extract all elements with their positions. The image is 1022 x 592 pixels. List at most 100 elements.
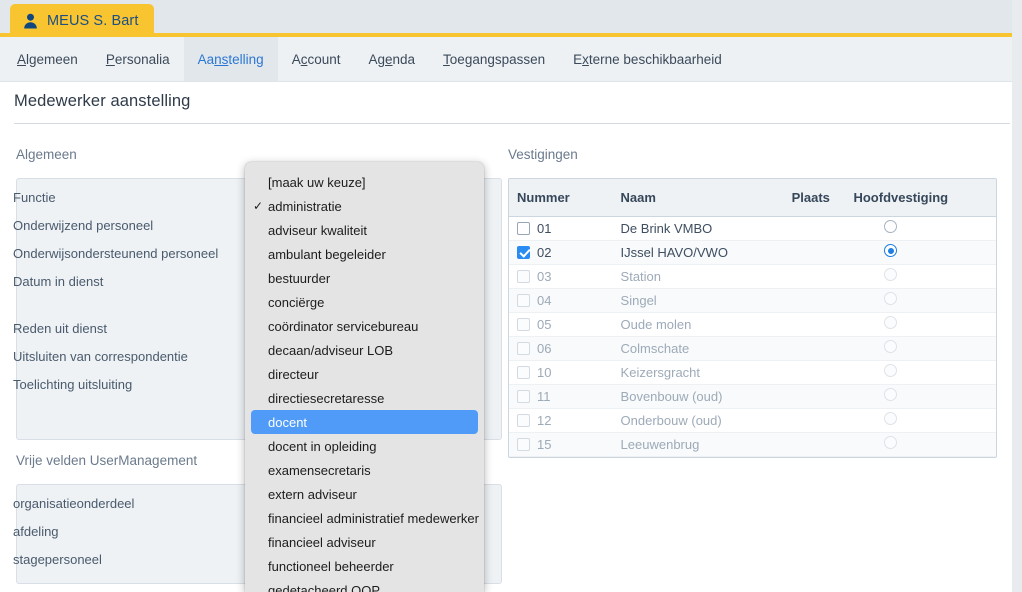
right-edge-strip — [1012, 0, 1022, 592]
column-header-hoofdvestiging[interactable]: Hoofdvestiging — [845, 179, 996, 217]
dropdown-option-docent-in-opleiding[interactable]: docent in opleiding — [251, 434, 478, 458]
section-label-algemeen: Algemeen — [16, 147, 77, 162]
dropdown-option-extern-adviseur[interactable]: extern adviseur — [251, 482, 478, 506]
dropdown-option-directeur[interactable]: directeur — [251, 362, 478, 386]
tab-aanstelling[interactable]: Aanstelling — [183, 37, 278, 81]
table-row[interactable]: 11 Bovenbouw (oud) — [509, 384, 996, 409]
cell-hoofdvestiging — [845, 216, 996, 241]
tab-agenda[interactable]: Agenda — [354, 37, 429, 81]
tab-label: Externe beschikbaarheid — [573, 51, 722, 67]
user-tab-label: MEUS S. Bart — [47, 12, 139, 29]
cell-plaats — [783, 360, 846, 385]
dropdown-option-bestuurder[interactable]: bestuurder — [251, 266, 478, 290]
vestiging-nummer: 01 — [537, 220, 552, 236]
table-header: Nummer Naam Plaats Hoofdvestiging — [509, 179, 996, 217]
tab-label: Aanstelling — [197, 51, 264, 67]
vestiging-checkbox — [517, 317, 530, 331]
table-row[interactable]: 03 Station — [509, 264, 996, 289]
main-tab-bar: Algemeen Personalia Aanstelling Account Agen… — [0, 37, 1022, 82]
cell-plaats — [783, 432, 846, 457]
cell-naam: Oude molen — [612, 312, 784, 337]
dropdown-option-label: bestuurder — [268, 270, 331, 286]
column-header-plaats[interactable]: Plaats — [783, 179, 846, 217]
field-label-stagepersoneel: stagepersoneel — [13, 552, 102, 567]
cell-plaats — [783, 408, 846, 433]
cell-nummer: 02 — [509, 240, 613, 265]
cell-naam: De Brink VMBO — [612, 216, 784, 241]
functie-dropdown-list[interactable]: [maak uw keuze] ✓ administratie adviseur kw… — [245, 162, 484, 592]
dropdown-option-functioneel-beheerder[interactable]: functioneel beheerder — [251, 554, 478, 578]
dropdown-option-gedetacheerd-oop[interactable]: gedetacheerd OOP — [251, 578, 478, 592]
dropdown-option-administratie[interactable]: ✓ administratie — [251, 194, 478, 218]
cell-plaats — [783, 336, 846, 361]
cell-nummer: 04 — [509, 288, 613, 313]
table-row[interactable]: 04 Singel — [509, 288, 996, 313]
hoofdvestiging-radio — [884, 436, 898, 449]
column-header-naam[interactable]: Naam — [612, 179, 784, 217]
vestiging-nummer: 02 — [537, 244, 552, 260]
hoofdvestiging-radio — [884, 412, 898, 425]
cell-nummer: 06 — [509, 336, 613, 361]
user-tab-strip: MEUS S. Bart — [0, 0, 1022, 37]
vestiging-checkbox — [517, 293, 530, 307]
tab-toegangspassen[interactable]: Toegangspassen — [429, 37, 559, 81]
column-header-nummer[interactable]: Nummer — [509, 179, 613, 217]
hoofdvestiging-radio — [884, 292, 898, 305]
dropdown-option--maak-uw-keuze-[interactable]: [maak uw keuze] — [251, 170, 478, 194]
cell-nummer: 10 — [509, 360, 613, 385]
table-row[interactable]: 10 Keizersgracht — [509, 360, 996, 385]
cell-naam: Singel — [612, 288, 784, 313]
dropdown-option-label: docent in opleiding — [268, 438, 377, 454]
hoofdvestiging-radio — [884, 316, 898, 329]
dropdown-option-decaan-adviseur-lob[interactable]: decaan/adviseur LOB — [251, 338, 478, 362]
cell-naam: Station — [612, 264, 784, 289]
table-row[interactable]: 01 De Brink VMBO — [509, 216, 996, 241]
dropdown-option-examensecretaris[interactable]: examensecretaris — [251, 458, 478, 482]
table-row[interactable]: 12 Onderbouw (oud) — [509, 408, 996, 433]
dropdown-option-label: financieel administratief medewerker — [268, 510, 479, 526]
hoofdvestiging-radio — [884, 340, 898, 353]
vestiging-checkbox[interactable] — [517, 221, 530, 235]
tab-account[interactable]: Account — [278, 37, 355, 81]
page-title: Medewerker aanstelling — [14, 92, 191, 110]
tab-externe-beschikbaarheid[interactable]: Externe beschikbaarheid — [559, 37, 736, 81]
field-label-onderwijzend-personeel: Onderwijzend personeel — [13, 218, 154, 233]
table-row[interactable]: 02 IJssel HAVO/VWO — [509, 240, 996, 265]
hoofdvestiging-radio[interactable] — [884, 220, 898, 233]
dropdown-option-label: extern adviseur — [268, 486, 357, 502]
cell-naam: Keizersgracht — [612, 360, 784, 385]
dropdown-option-directiesecretaresse[interactable]: directiesecretaresse — [251, 386, 478, 410]
dropdown-option-financieel-administratief-medewerker[interactable]: financieel administratief medewerker — [251, 506, 479, 530]
dropdown-option-label: conciërge — [268, 294, 325, 310]
cell-naam: Colmschate — [612, 336, 784, 361]
cell-naam: Onderbouw (oud) — [612, 408, 784, 433]
dropdown-option-conci-rge[interactable]: conciërge — [251, 290, 478, 314]
vestiging-nummer: 03 — [537, 268, 552, 284]
dropdown-option-co-rdinator-servicebureau[interactable]: coördinator servicebureau — [251, 314, 478, 338]
dropdown-option-ambulant-begeleider[interactable]: ambulant begeleider — [251, 242, 478, 266]
tab-label: Toegangspassen — [443, 51, 546, 67]
dropdown-option-financieel-adviseur[interactable]: financieel adviseur — [251, 530, 478, 554]
cell-hoofdvestiging — [845, 360, 996, 385]
cell-nummer: 03 — [509, 264, 613, 289]
tab-personalia[interactable]: Personalia — [92, 37, 184, 81]
table-row[interactable]: 05 Oude molen — [509, 312, 996, 337]
cell-nummer: 12 — [509, 408, 613, 433]
tab-algemeen[interactable]: Algemeen — [3, 37, 92, 81]
cell-plaats — [783, 240, 846, 265]
table-row[interactable]: 15 Leeuwenbrug — [509, 432, 996, 457]
dropdown-option-docent[interactable]: docent — [251, 410, 478, 434]
cell-hoofdvestiging — [845, 336, 996, 361]
vestiging-checkbox[interactable] — [517, 245, 530, 259]
vestiging-nummer: 12 — [537, 412, 552, 428]
cell-hoofdvestiging — [845, 240, 996, 265]
vestiging-nummer: 05 — [537, 316, 552, 332]
field-label-reden-uit-dienst: Reden uit dienst — [13, 321, 107, 336]
person-icon — [23, 13, 38, 29]
vestiging-nummer: 06 — [537, 340, 552, 356]
hoofdvestiging-radio[interactable] — [884, 244, 898, 257]
dropdown-option-label: financieel adviseur — [268, 534, 376, 550]
table-row[interactable]: 06 Colmschate — [509, 336, 996, 361]
dropdown-option-adviseur-kwaliteit[interactable]: adviseur kwaliteit — [251, 218, 478, 242]
cell-plaats — [783, 384, 846, 409]
